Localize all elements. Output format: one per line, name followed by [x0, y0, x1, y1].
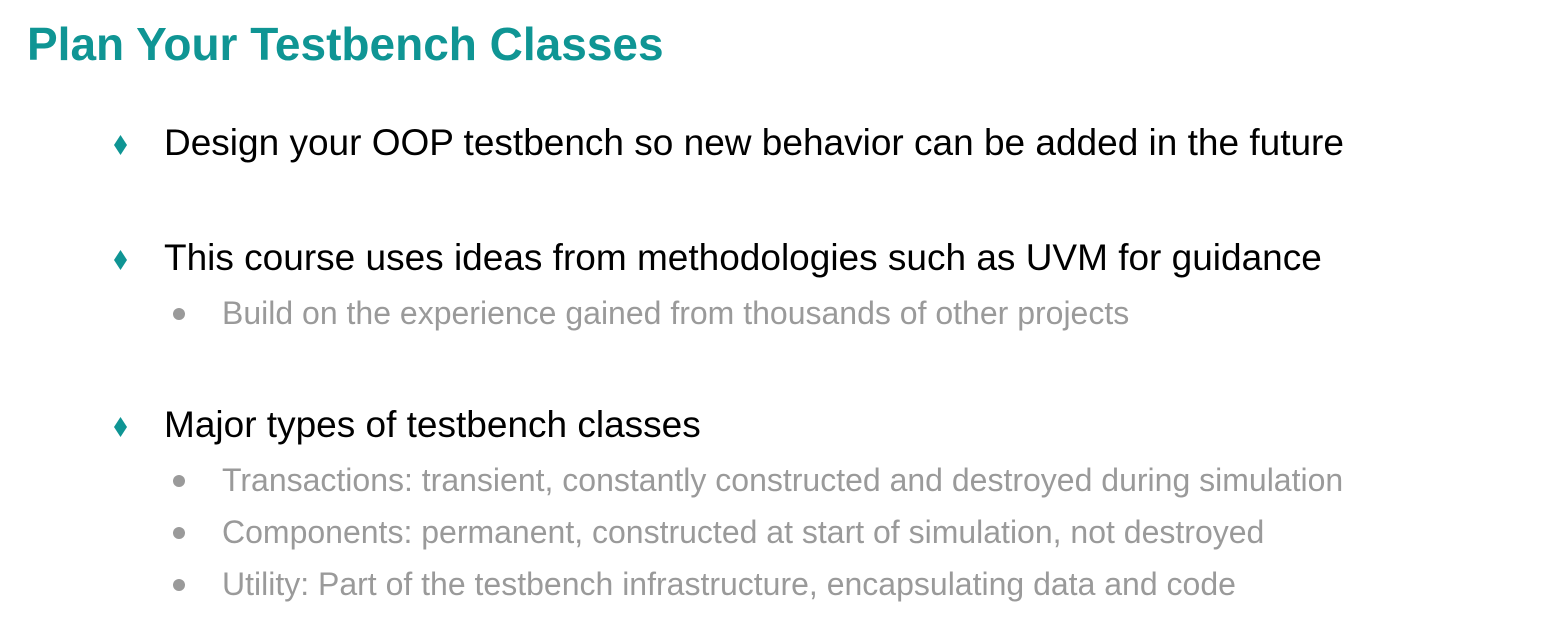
bullet-text: Design your OOP testbench so new behavio… — [164, 122, 1344, 163]
sub-bullet-item: Components: permanent, constructed at st… — [0, 511, 1561, 553]
diamond-bullet-icon — [114, 417, 127, 437]
slide-title: Plan Your Testbench Classes — [27, 18, 664, 70]
dot-bullet-icon — [173, 527, 185, 539]
bullet-item: Major types of testbench classes — [0, 400, 1561, 450]
sub-bullet-text: Utility: Part of the testbench infrastru… — [222, 566, 1236, 602]
sub-bullet-item: Utility: Part of the testbench infrastru… — [0, 563, 1561, 605]
diamond-bullet-icon — [114, 135, 127, 155]
dot-bullet-icon — [173, 579, 185, 591]
diamond-bullet-icon — [114, 250, 127, 270]
bullet-item: Design your OOP testbench so new behavio… — [0, 118, 1561, 168]
sub-bullet-text: Build on the experience gained from thou… — [222, 295, 1130, 331]
sub-bullet-text: Components: permanent, constructed at st… — [222, 514, 1265, 550]
dot-bullet-icon — [173, 308, 185, 320]
sub-bullet-item: Transactions: transient, constantly cons… — [0, 459, 1561, 501]
bullet-item: This course uses ideas from methodologie… — [0, 233, 1561, 283]
bullet-text: Major types of testbench classes — [164, 404, 701, 445]
sub-bullet-text: Transactions: transient, constantly cons… — [222, 462, 1344, 498]
dot-bullet-icon — [173, 475, 185, 487]
sub-bullet-item: Build on the experience gained from thou… — [0, 292, 1561, 334]
bullet-text: This course uses ideas from methodologie… — [164, 237, 1322, 278]
